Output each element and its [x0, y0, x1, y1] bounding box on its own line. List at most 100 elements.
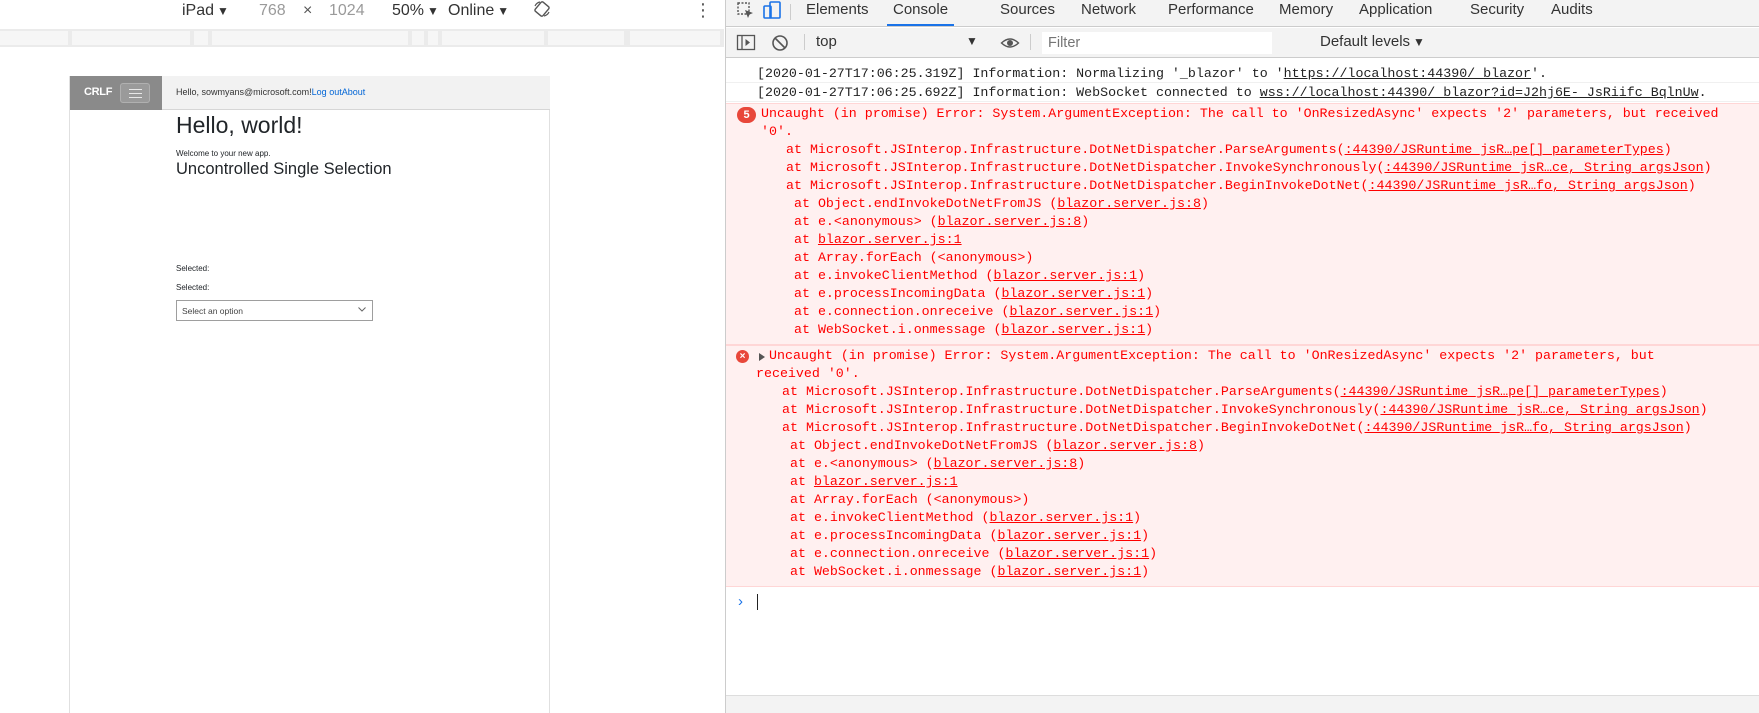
sidebar-toggle-icon[interactable]	[736, 33, 756, 53]
media-query-segment[interactable]	[0, 31, 68, 45]
media-query-segment[interactable]	[548, 31, 624, 45]
text-cursor	[757, 594, 758, 610]
width-input[interactable]: 768	[259, 0, 286, 22]
message-suffix: .	[1698, 85, 1707, 100]
tab-console[interactable]: Console	[886, 0, 955, 27]
stack-frame: at blazor.server.js:1	[790, 474, 958, 489]
stack-frame: at WebSocket.i.onmessage (blazor.server.…	[790, 564, 1150, 579]
stack-frame: at Object.endInvokeDotNetFromJS (blazor.…	[790, 438, 1205, 453]
stack-frame: at Array.forEach (<anonymous>)	[790, 492, 1030, 507]
stack-frame-link[interactable]: blazor.server.js:8	[1053, 438, 1197, 453]
hamburger-icon[interactable]	[120, 83, 150, 103]
stack-frame-link[interactable]: blazor.server.js:1	[1009, 304, 1153, 319]
tab-memory[interactable]: Memory	[1279, 0, 1333, 27]
tab-performance[interactable]: Performance	[1168, 0, 1254, 27]
media-query-segment[interactable]	[630, 31, 720, 45]
throttle-value: Online	[448, 2, 495, 19]
about-link[interactable]: About	[342, 87, 366, 97]
stack-frame-link[interactable]: blazor.server.js:1	[990, 510, 1134, 525]
stack-frame-link[interactable]: :44390/JSRuntime_jsR…pe[]_parameterTypes	[1345, 142, 1664, 157]
device-toggle-icon[interactable]	[762, 1, 782, 21]
message-text: [2020-01-27T17:06:25.692Z] Information: …	[757, 85, 1707, 100]
eye-icon[interactable]	[1000, 33, 1020, 53]
error-count-badge: 5	[737, 107, 756, 123]
console-filter-input[interactable]	[1042, 32, 1272, 54]
tab-application[interactable]: Application	[1359, 0, 1432, 27]
tab-sources[interactable]: Sources	[1000, 0, 1055, 27]
console-prompt[interactable]: ›	[726, 591, 1759, 615]
media-query-segment[interactable]	[412, 31, 424, 45]
page-title: Hello, world!	[176, 112, 303, 138]
message-text: [2020-01-27T17:06:25.319Z] Information: …	[757, 66, 1547, 81]
console-drawer-edge[interactable]	[726, 695, 1759, 713]
device-toolbar: iPad ▼ 768 × 1024 50% ▼ Online ▼ ⋮	[0, 0, 724, 28]
chevron-down-icon[interactable]: ▼	[966, 34, 978, 48]
user-greeting: Hello, sowmyans@microsoft.com!	[176, 87, 312, 97]
dimension-separator: ×	[303, 2, 313, 19]
console-info-message: [2020-01-27T17:06:25.692Z] Information: …	[726, 84, 1759, 102]
selected-label: Selected:	[176, 283, 210, 292]
devtools-panel: Elements Console Sources Network Perform…	[725, 0, 1759, 713]
stack-frame-link[interactable]: blazor.server.js:1	[1001, 286, 1145, 301]
chevron-down-icon: ▼	[497, 4, 510, 18]
media-query-segment[interactable]	[72, 31, 190, 45]
zoom-select[interactable]: 50% ▼	[392, 0, 439, 22]
app-sidebar-header: CRLF	[70, 76, 162, 110]
message-link[interactable]: https://localhost:44390/_blazor	[1284, 66, 1531, 81]
media-query-segment[interactable]	[212, 31, 408, 45]
stack-frame-link[interactable]: blazor.server.js:1	[818, 232, 962, 247]
stack-frame-link[interactable]: blazor.server.js:1	[997, 564, 1141, 579]
stack-frame: at e.processIncomingData (blazor.server.…	[790, 528, 1150, 543]
logout-link[interactable]: Log out	[312, 87, 342, 97]
stack-frame-link[interactable]: blazor.server.js:1	[997, 528, 1141, 543]
throttle-select[interactable]: Online ▼	[448, 0, 509, 22]
more-vertical-icon[interactable]: ⋮	[694, 0, 712, 20]
prompt-icon: ›	[738, 593, 743, 610]
stack-frame: at Microsoft.JSInterop.Infrastructure.Do…	[782, 402, 1708, 417]
rotate-icon[interactable]	[533, 0, 551, 18]
chevron-down-icon: ▼	[1413, 35, 1425, 49]
media-query-segment[interactable]	[194, 31, 208, 45]
selected-label: Selected:	[176, 264, 210, 273]
stack-frame: at Microsoft.JSInterop.Infrastructure.Do…	[782, 420, 1692, 435]
message-link[interactable]: wss://localhost:44390/_blazor?id=J2hj6E-…	[1260, 85, 1699, 100]
console-toolbar: top ▼ Default levels▼	[726, 28, 1759, 58]
console-info-message: [2020-01-27T17:06:25.319Z] Information: …	[726, 65, 1759, 83]
height-input[interactable]: 1024	[329, 0, 365, 22]
inspect-icon[interactable]	[736, 1, 756, 21]
stack-frame-link[interactable]: blazor.server.js:8	[1057, 196, 1201, 211]
stack-frame: at e.processIncomingData (blazor.server.…	[794, 286, 1154, 301]
stack-frame-link[interactable]: blazor.server.js:1	[1001, 322, 1145, 337]
media-query-segment[interactable]	[428, 31, 438, 45]
device-emulation-pane: iPad▼ 768 × 1024 50%▼ Online▼ ⋮ CRLF	[0, 0, 724, 713]
tab-audits[interactable]: Audits	[1551, 0, 1593, 27]
dropdown-placeholder: Select an option	[182, 306, 243, 316]
stack-frame-link[interactable]: blazor.server.js:1	[1005, 546, 1149, 561]
stack-frame-link[interactable]: blazor.server.js:8	[934, 456, 1078, 471]
stack-frame: at e.invokeClientMethod (blazor.server.j…	[794, 268, 1146, 283]
tab-network[interactable]: Network	[1081, 0, 1136, 27]
clear-console-icon[interactable]	[770, 33, 790, 53]
app-top-row: Hello, sowmyans@microsoft.com!Log outAbo…	[162, 76, 550, 110]
tab-security[interactable]: Security	[1470, 0, 1524, 27]
stack-frame-link[interactable]: :44390/JSRuntime_jsR…fo,_String_argsJson	[1369, 178, 1688, 193]
tab-elements[interactable]: Elements	[806, 0, 869, 27]
stack-frame-link[interactable]: blazor.server.js:8	[938, 214, 1082, 229]
stack-frame-link[interactable]: blazor.server.js:1	[814, 474, 958, 489]
toolbar-separator	[1030, 34, 1031, 50]
expand-triangle-icon[interactable]	[759, 353, 765, 361]
media-query-segment[interactable]	[442, 31, 544, 45]
stack-frame-link[interactable]: :44390/JSRuntime_jsR…ce,_String_argsJson	[1384, 160, 1703, 175]
app-brand[interactable]: CRLF	[84, 86, 112, 98]
device-name: iPad	[182, 2, 215, 19]
media-query-bar[interactable]	[0, 29, 724, 47]
context-select[interactable]: top	[816, 33, 837, 50]
stack-frame-link[interactable]: :44390/JSRuntime_jsR…fo,_String_argsJson	[1365, 420, 1684, 435]
stack-frame-link[interactable]: :44390/JSRuntime_jsR…ce,_String_argsJson	[1380, 402, 1699, 417]
device-select[interactable]: iPad ▼	[182, 0, 229, 22]
stack-frame-link[interactable]: blazor.server.js:1	[994, 268, 1138, 283]
log-levels-select[interactable]: Default levels ▼	[1320, 33, 1425, 50]
option-dropdown[interactable]: Select an option	[176, 300, 373, 321]
error-title: Uncaught (in promise) Error: System.Argu…	[769, 348, 1655, 363]
stack-frame-link[interactable]: :44390/JSRuntime_jsR…pe[]_parameterTypes	[1341, 384, 1660, 399]
